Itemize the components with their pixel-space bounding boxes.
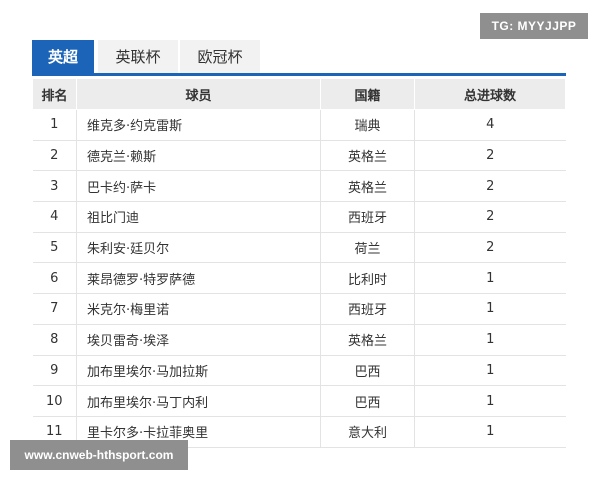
cell-goals: 1 <box>414 324 566 356</box>
competition-tabs: 英超 英联杯 欧冠杯 <box>32 40 262 73</box>
cell-rank: 8 <box>32 324 77 356</box>
cell-goals: 2 <box>414 232 566 264</box>
cell-goals: 1 <box>414 262 566 295</box>
cell-player: 祖比门迪 <box>76 201 321 233</box>
tab-champions-league[interactable]: 欧冠杯 <box>180 40 260 73</box>
cell-rank: 2 <box>32 140 77 172</box>
tab-premier-league[interactable]: 英超 <box>32 40 94 73</box>
cell-player: 朱利安·廷贝尔 <box>76 232 321 264</box>
cell-player: 米克尔·梅里诺 <box>76 293 321 325</box>
table-row: 2 德克兰·赖斯 英格兰 2 <box>32 140 566 172</box>
cell-nationality: 英格兰 <box>320 140 415 172</box>
cell-player: 维克多·约克雷斯 <box>76 109 321 141</box>
header-rank: 排名 <box>32 78 77 110</box>
watermark-url: www.cnweb-hthsport.com <box>10 440 188 470</box>
cell-goals: 1 <box>414 293 566 325</box>
table-row: 6 莱昂德罗·特罗萨德 比利时 1 <box>32 262 566 295</box>
table-row: 3 巴卡约·萨卡 英格兰 2 <box>32 170 566 203</box>
watermark-telegram: TG: MYYJJPP <box>480 13 588 39</box>
cell-player: 巴卡约·萨卡 <box>76 170 321 203</box>
cell-goals: 1 <box>414 355 566 387</box>
tab-underline <box>32 73 566 76</box>
header-goals: 总进球数 <box>414 78 566 110</box>
cell-rank: 5 <box>32 232 77 264</box>
cell-goals: 4 <box>414 109 566 141</box>
table-row: 1 维克多·约克雷斯 瑞典 4 <box>32 109 566 141</box>
cell-rank: 10 <box>32 385 77 417</box>
cell-rank: 6 <box>32 262 77 295</box>
cell-player: 埃贝雷奇·埃泽 <box>76 324 321 356</box>
cell-nationality: 比利时 <box>320 262 415 295</box>
table-row: 10 加布里埃尔·马丁内利 巴西 1 <box>32 385 566 417</box>
cell-nationality: 瑞典 <box>320 109 415 141</box>
cell-goals: 2 <box>414 170 566 203</box>
cell-player: 加布里埃尔·马加拉斯 <box>76 355 321 387</box>
table-row: 9 加布里埃尔·马加拉斯 巴西 1 <box>32 355 566 387</box>
cell-rank: 1 <box>32 109 77 141</box>
cell-goals: 1 <box>414 385 566 417</box>
cell-goals: 2 <box>414 201 566 233</box>
cell-nationality: 意大利 <box>320 416 415 448</box>
cell-nationality: 巴西 <box>320 385 415 417</box>
cell-rank: 3 <box>32 170 77 203</box>
cell-rank: 4 <box>32 201 77 233</box>
header-nationality: 国籍 <box>320 78 415 110</box>
cell-nationality: 西班牙 <box>320 201 415 233</box>
table-row: 4 祖比门迪 西班牙 2 <box>32 201 566 233</box>
cell-goals: 1 <box>414 416 566 448</box>
cell-nationality: 英格兰 <box>320 170 415 203</box>
cell-nationality: 英格兰 <box>320 324 415 356</box>
cell-goals: 2 <box>414 140 566 172</box>
cell-nationality: 西班牙 <box>320 293 415 325</box>
cell-nationality: 荷兰 <box>320 232 415 264</box>
table-row: 7 米克尔·梅里诺 西班牙 1 <box>32 293 566 325</box>
table-header-row: 排名 球员 国籍 总进球数 <box>32 78 566 110</box>
cell-player: 德克兰·赖斯 <box>76 140 321 172</box>
cell-player: 莱昂德罗·特罗萨德 <box>76 262 321 295</box>
cell-rank: 7 <box>32 293 77 325</box>
table-row: 5 朱利安·廷贝尔 荷兰 2 <box>32 232 566 264</box>
header-player: 球员 <box>76 78 321 110</box>
tab-league-cup[interactable]: 英联杯 <box>98 40 178 73</box>
table-row: 8 埃贝雷奇·埃泽 英格兰 1 <box>32 324 566 356</box>
cell-rank: 9 <box>32 355 77 387</box>
cell-player: 加布里埃尔·马丁内利 <box>76 385 321 417</box>
cell-nationality: 巴西 <box>320 355 415 387</box>
scorers-table: 排名 球员 国籍 总进球数 1 维克多·约克雷斯 瑞典 4 2 德克兰·赖斯 英格兰 2 3 巴卡… <box>32 78 566 448</box>
